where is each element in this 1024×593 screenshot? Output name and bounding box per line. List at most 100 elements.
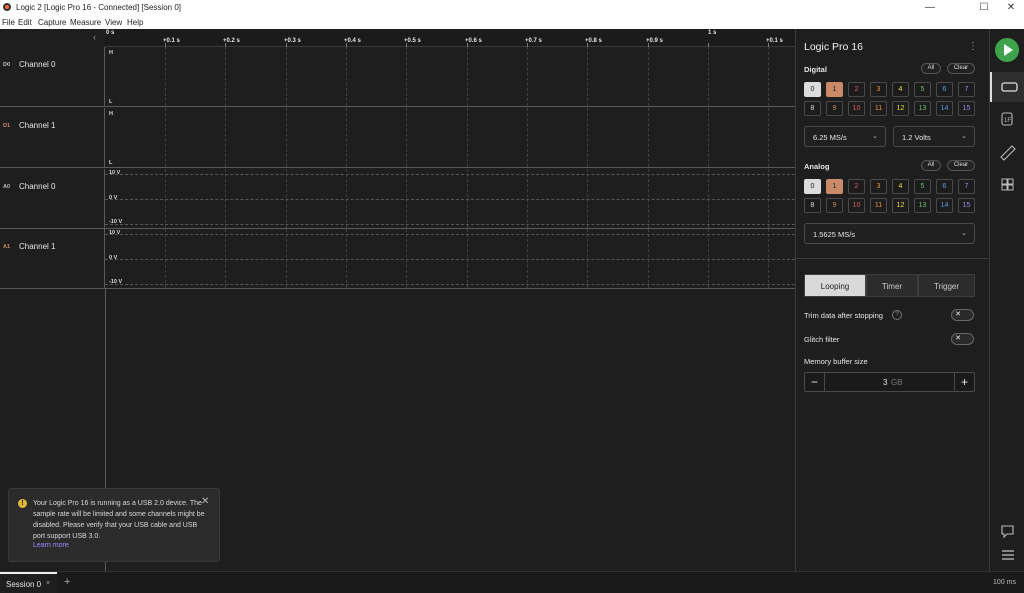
more-options-icon[interactable]: ⋮ [968,41,978,52]
device-settings-tab[interactable] [990,72,1024,102]
digital-sample-rate-select[interactable]: 6.25 MS/s ⌄ [804,126,886,147]
analog-channel-4-button[interactable]: 4 [892,179,909,194]
analyzers-tab[interactable]: 1F [990,105,1024,135]
hamburger-icon [1002,550,1014,560]
analog-channel-5-button[interactable]: 5 [914,179,931,194]
menu-measure[interactable]: Measure [70,18,101,27]
device-settings-panel: Logic Pro 16 ⋮ Digital All Clear 6.25 MS… [795,29,990,571]
menu-help[interactable]: Help [127,18,143,27]
analog-channel-0-button[interactable]: 0 [804,179,821,194]
toast-close-button[interactable]: ✕ [201,496,209,507]
digital-channel-10-button[interactable]: 10 [848,101,865,116]
channel-label-area[interactable]: D0 Channel 0 [0,47,105,106]
zero-voltage-line [105,259,795,260]
analog-channel-13-button[interactable]: 13 [914,198,931,213]
glitch-filter-toggle[interactable]: ✕ [951,333,974,345]
channel-plot[interactable]: 10 V 0 V -10 V [105,229,795,288]
digital-channel-9-button[interactable]: 9 [826,101,843,116]
menu-file[interactable]: File [2,18,15,27]
analog-sample-rate-select[interactable]: 1.5625 MS/s ⌄ [804,223,975,244]
time-ruler[interactable]: 0 s 1 s +0.1 s +0.2 s +0.3 s +0.4 s +0.5… [105,29,795,47]
grid-line [648,108,649,167]
minimize-button[interactable]: — [920,1,940,14]
digital-channel-14-button[interactable]: 14 [936,101,953,116]
measurements-tab[interactable] [990,137,1024,167]
digital-channel-12-button[interactable]: 12 [892,101,909,116]
learn-more-link[interactable]: Learn more [33,542,69,549]
channel-name[interactable]: Channel 0 [19,182,55,191]
chevron-down-icon: ⌄ [961,133,967,140]
channel-label-area[interactable]: D1 Channel 1 [0,108,105,167]
channel-name[interactable]: Channel 1 [19,242,55,251]
maximize-button[interactable]: ☐ [974,1,994,14]
icon-sidebar: 1F [989,29,1024,571]
digital-channel-2-button[interactable]: 2 [848,82,865,97]
digital-channel-5-button[interactable]: 5 [914,82,931,97]
trim-data-toggle[interactable]: ✕ [951,309,974,321]
analog-channel-14-button[interactable]: 14 [936,198,953,213]
app-logo-icon [3,3,11,11]
digital-channel-3-button[interactable]: 3 [870,82,887,97]
analog-channel-9-button[interactable]: 9 [826,198,843,213]
digital-channel-8-button[interactable]: 8 [804,101,821,116]
analog-channel-6-button[interactable]: 6 [936,179,953,194]
tab-timer[interactable]: Timer [866,274,918,297]
bottom-voltage-label: -10 V [109,219,123,225]
close-window-button[interactable]: ✕ [1001,1,1021,14]
voltage-select[interactable]: 1.2 Volts ⌄ [893,126,975,147]
analog-channel-12-button[interactable]: 12 [892,198,909,213]
digital-all-button[interactable]: All [921,63,941,74]
channel-id: D1 [3,123,11,129]
digital-channel-0-button[interactable]: 0 [804,82,821,97]
add-session-button[interactable]: + [64,576,70,588]
toggle-off-icon: ✕ [955,335,961,342]
memory-buffer-value[interactable]: 3 [883,378,887,387]
channel-row-d1[interactable]: D1 Channel 1 H L [0,108,795,168]
menu-edit[interactable]: Edit [18,18,32,27]
analog-channel-8-button[interactable]: 8 [804,198,821,213]
channel-label-area[interactable]: A1 Channel 1 [0,229,105,288]
digital-channel-1-button[interactable]: 1 [826,82,843,97]
collapse-sidebar-icon[interactable]: ‹ [93,32,96,42]
help-icon[interactable]: ? [892,310,902,320]
channel-row-a1[interactable]: A1 Channel 1 10 V 0 V -10 V [0,229,795,289]
analog-channel-7-button[interactable]: 7 [958,179,975,194]
session-tab[interactable]: Session 0 × [0,572,57,593]
analog-channel-11-button[interactable]: 11 [870,198,887,213]
grid-line [527,47,528,106]
menu-view[interactable]: View [105,18,122,27]
analog-channel-3-button[interactable]: 3 [870,179,887,194]
menu-capture[interactable]: Capture [38,18,66,27]
analog-channel-15-button[interactable]: 15 [958,198,975,213]
digital-channel-7-button[interactable]: 7 [958,82,975,97]
channel-label-area[interactable]: A0 Channel 0 [0,169,105,228]
close-session-icon[interactable]: × [46,580,50,587]
channel-plot[interactable]: 10 V 0 V -10 V [105,169,795,228]
digital-channel-4-button[interactable]: 4 [892,82,909,97]
extensions-tab[interactable] [990,169,1024,199]
channel-name[interactable]: Channel 1 [19,121,55,130]
digital-channel-13-button[interactable]: 13 [914,101,931,116]
increase-button[interactable]: + [954,373,974,391]
analog-channel-2-button[interactable]: 2 [848,179,865,194]
digital-channel-6-button[interactable]: 6 [936,82,953,97]
grid-line [346,108,347,167]
analog-all-button[interactable]: All [921,160,941,171]
channel-row-d0[interactable]: D0 Channel 0 H L [0,47,795,107]
analog-section-label: Analog [804,162,830,171]
channel-plot[interactable]: H L [105,47,795,106]
channel-name[interactable]: Channel 0 [19,60,55,69]
analog-channel-10-button[interactable]: 10 [848,198,865,213]
digital-clear-button[interactable]: Clear [947,63,975,74]
digital-channel-15-button[interactable]: 15 [958,101,975,116]
channel-row-a0[interactable]: A0 Channel 0 10 V 0 V -10 V [0,169,795,229]
analog-clear-button[interactable]: Clear [947,160,975,171]
digital-channel-11-button[interactable]: 11 [870,101,887,116]
analog-channel-1-button[interactable]: 1 [826,179,843,194]
decrease-button[interactable]: − [805,373,825,391]
start-capture-button[interactable] [995,38,1019,62]
tab-looping[interactable]: Looping [804,274,866,297]
channel-plot[interactable]: H L [105,108,795,167]
tab-trigger[interactable]: Trigger [918,274,975,297]
main-menu-button[interactable] [990,541,1024,571]
